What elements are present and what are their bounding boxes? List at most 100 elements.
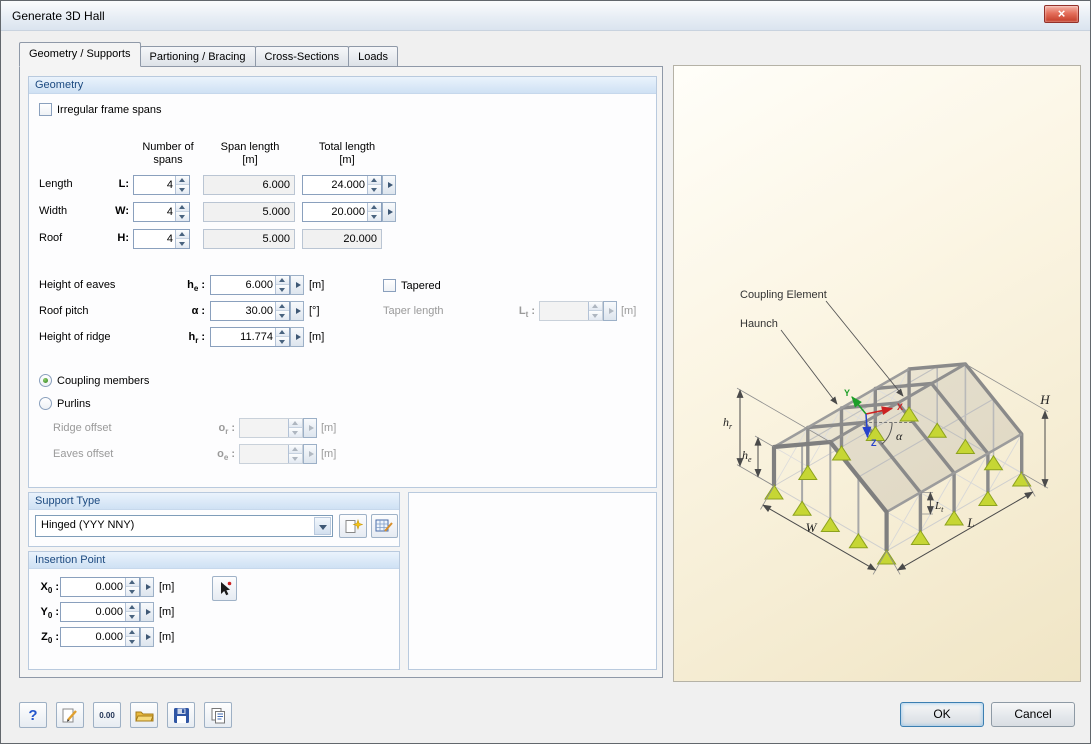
height-of-ridge-unit-button[interactable] [290,327,304,347]
width-spans-spinner[interactable] [175,203,189,221]
spinner-down-icon[interactable] [126,637,139,646]
edit-support-type-button[interactable] [371,514,398,538]
copy-pages-icon [211,707,225,723]
taper-length-field [539,301,603,321]
eaves-offset-symbol: oe: [217,448,235,463]
length-spans-spinner[interactable] [175,176,189,194]
tab-geometry-supports[interactable]: Geometry / Supports [19,42,141,67]
eaves-offset-spinner [288,445,302,463]
coupling-members-radio[interactable] [39,374,52,387]
z0-field[interactable]: 0.000 [60,627,140,647]
height-of-ridge-field[interactable]: 11.774 [210,327,290,347]
height-of-eaves-spinner[interactable] [275,276,289,294]
close-button[interactable]: × [1044,5,1079,23]
roof-pitch-label: Roof pitch [39,305,89,317]
roof-pitch-unit-button[interactable] [290,301,304,321]
length-total-unit-button[interactable] [382,175,396,195]
spinner-down-icon[interactable] [368,185,381,194]
roof-spans-field[interactable]: 4 [133,229,190,249]
ok-button[interactable]: OK [900,702,984,727]
eaves-offset-unit-button [303,444,317,464]
comment-button[interactable] [56,702,84,728]
spinner-up-icon[interactable] [126,628,139,637]
y0-spinner[interactable] [125,603,139,621]
ridge-offset-unit: [m] [321,422,337,434]
eaves-offset-unit: [m] [321,448,337,460]
spinner-down-icon [289,454,302,463]
spinner-down-icon[interactable] [176,185,189,194]
z0-symbol: Z0: [41,631,59,646]
cancel-button[interactable]: Cancel [991,702,1075,727]
roof-pitch-spinner[interactable] [275,302,289,320]
x0-field[interactable]: 0.000 [60,577,140,597]
svg-text:Lt: Lt [934,500,944,514]
spinner-down-icon[interactable] [368,212,381,221]
purlins-radio[interactable] [39,397,52,410]
width-span-length-field: 5.000 [203,202,295,222]
length-total-spinner[interactable] [367,176,381,194]
copy-button[interactable] [204,702,232,728]
spinner-down-icon[interactable] [126,612,139,621]
spinner-up-icon[interactable] [276,328,289,337]
height-of-eaves-unit-button[interactable] [290,275,304,295]
col-header-number-of-spans: Number of spans [142,141,194,166]
height-of-ridge-spinner[interactable] [275,328,289,346]
support-type-select[interactable]: Hinged (YYY NNY) [35,515,333,537]
y0-unit-button[interactable] [140,602,154,622]
help-button[interactable]: ? [19,702,47,728]
tab-partioning-bracing[interactable]: Partioning / Bracing [139,46,256,67]
width-total-spinner[interactable] [367,203,381,221]
length-total-field[interactable]: 24.000 [302,175,382,195]
tab-loads[interactable]: Loads [348,46,399,67]
hall-illustration-panel: W L H hr he α Lt X Y Z Coupling Element … [673,65,1081,682]
units-icon: 0.00 [99,710,115,720]
spinner-up-icon[interactable] [368,176,381,185]
length-spans-field[interactable]: 4 [133,175,190,195]
width-total-unit-button[interactable] [382,202,396,222]
spinner-up-icon[interactable] [276,302,289,311]
tab-cross-sections[interactable]: Cross-Sections [254,46,350,67]
spinner-up-icon [289,445,302,454]
z0-unit: [m] [159,631,175,643]
new-support-type-button[interactable] [339,514,367,538]
spinner-down-icon[interactable] [276,311,289,320]
spinner-up-icon[interactable] [276,276,289,285]
units-button[interactable]: 0.00 [93,702,121,728]
roof-pitch-field[interactable]: 30.00 [210,301,290,321]
irregular-frame-spans-checkbox[interactable] [39,103,52,116]
row-symbol-width: W: [115,205,129,217]
spinner-down-icon[interactable] [276,337,289,346]
x0-unit-button[interactable] [140,577,154,597]
spinner-up-icon[interactable] [126,603,139,612]
width-spans-field[interactable]: 4 [133,202,190,222]
svg-text:Z: Z [871,438,877,448]
spinner-down-icon[interactable] [126,587,139,596]
spinner-down-icon[interactable] [176,212,189,221]
roof-spans-spinner[interactable] [175,230,189,248]
tapered-checkbox[interactable] [383,279,396,292]
spinner-up-icon[interactable] [176,203,189,212]
y0-field[interactable]: 0.000 [60,602,140,622]
x0-spinner[interactable] [125,578,139,596]
spinner-down-icon[interactable] [176,239,189,248]
close-icon: × [1057,6,1066,21]
spinner-up-icon[interactable] [126,578,139,587]
save-button[interactable] [167,702,195,728]
spinner-up-icon[interactable] [368,203,381,212]
z0-spinner[interactable] [125,628,139,646]
comment-pencil-icon [62,708,77,722]
svg-text:L: L [966,515,974,530]
spinner-down-icon[interactable] [276,285,289,294]
width-total-field[interactable]: 20.000 [302,202,382,222]
insertion-point-group: Insertion Point X0: 0.000 [m] Y0: 0.000 [28,551,400,670]
chevron-down-icon[interactable] [314,517,331,535]
height-of-eaves-field[interactable]: 6.000 [210,275,290,295]
spinner-up-icon[interactable] [176,230,189,239]
open-button[interactable] [130,702,158,728]
spinner-up-icon[interactable] [176,176,189,185]
z0-unit-button[interactable] [140,627,154,647]
pick-insertion-point-button[interactable] [212,576,237,601]
svg-text:X: X [897,402,903,412]
spinner-down-icon [289,428,302,437]
tapered-label: Tapered [401,280,441,292]
